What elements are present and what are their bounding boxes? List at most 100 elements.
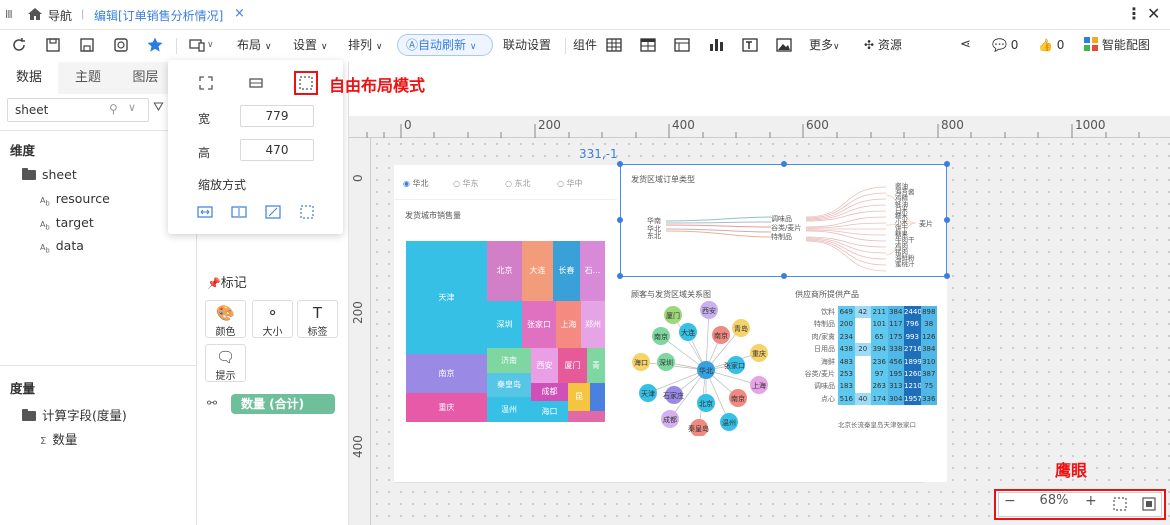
treemap-cell: 重庆 xyxy=(406,393,487,422)
relation-graph-widget[interactable]: 顾客与发货区域关系图 厦门 西安 青岛 南京 大连 南京 海口 深圳 华北 张家… xyxy=(621,280,782,436)
graph-node-label: 青岛 xyxy=(734,325,748,333)
field-resource[interactable]: Ab resource xyxy=(40,191,110,208)
no-scale-icon[interactable] xyxy=(298,203,316,221)
image-icon[interactable] xyxy=(775,36,793,54)
treemap-widget[interactable]: 发货城市销售量 天津 北京 大连 长春 石... 深圳 张家口 上海 郑州 南京… xyxy=(395,201,617,435)
tab-layers[interactable]: 图层 xyxy=(118,62,173,94)
color-mark-button[interactable]: 🎨 颜色 xyxy=(205,300,246,338)
freestyle-table-icon[interactable] xyxy=(673,36,691,54)
settings-menu-label: 设置 xyxy=(293,38,318,52)
tab-separator: | xyxy=(81,9,85,20)
sankey-node-label: 麦片 xyxy=(919,220,933,228)
fit-height-icon[interactable] xyxy=(230,203,248,221)
zoom-in-button[interactable]: + xyxy=(1085,493,1097,509)
resize-handle[interactable] xyxy=(617,217,623,223)
auto-layout-icon[interactable] xyxy=(247,74,265,92)
tab-data[interactable]: 数据 xyxy=(0,62,58,94)
save-icon[interactable] xyxy=(44,36,62,54)
favorite-star-icon[interactable] xyxy=(146,36,164,54)
chevron-down-icon[interactable]: ∨ xyxy=(128,101,136,114)
sheet-folder[interactable]: sheet xyxy=(22,167,77,182)
home-icon[interactable] xyxy=(27,6,43,22)
share-icon[interactable]: ⋖ xyxy=(960,36,971,54)
calc-field-folder[interactable]: 计算字段(度量) xyxy=(22,405,127,424)
linkage-settings-button[interactable]: 联动设置 xyxy=(503,36,551,54)
more-components-menu[interactable]: 更多∨ xyxy=(809,36,840,56)
resize-handle[interactable] xyxy=(944,273,950,279)
treemap-cell: 秦皇岛 xyxy=(487,373,531,397)
supplier-heat-table-widget[interactable]: 供应商所提供产品 饮料 特制品 肉/家禽 日用品 海鲜 谷类/麦片 调味品 点心… xyxy=(785,280,947,436)
field-target[interactable]: Ab target xyxy=(40,215,94,232)
measure-icon: ⚯ xyxy=(207,396,218,410)
radio-option-central[interactable]: ○ 华中 xyxy=(557,178,583,189)
heat-cell: 336 xyxy=(920,392,937,406)
graph-node-label: 重庆 xyxy=(752,350,766,358)
close-window-icon[interactable]: ✕ xyxy=(1147,4,1160,23)
tab-close-icon[interactable]: × xyxy=(234,6,245,21)
resize-handle[interactable] xyxy=(617,273,623,279)
radio-option-north[interactable]: ◉ 华北 xyxy=(403,178,429,189)
treemap-cell: 郑州 xyxy=(581,301,605,348)
tooltip-mark-button[interactable]: 🗨 提示 xyxy=(205,344,246,382)
heat-cell: 310 xyxy=(920,355,937,368)
fit-screen-icon[interactable] xyxy=(1113,497,1127,511)
save-as-icon[interactable] xyxy=(78,36,96,54)
ruler-ticks xyxy=(366,124,1140,138)
resize-handle[interactable] xyxy=(781,161,787,167)
height-input[interactable]: 470 xyxy=(240,139,314,161)
bar-chart-icon[interactable] xyxy=(707,36,725,54)
radio-option-east[interactable]: ○ 华东 xyxy=(453,178,479,189)
resize-handle[interactable] xyxy=(617,161,623,167)
resize-handle[interactable] xyxy=(944,217,950,223)
tab-theme[interactable]: 主题 xyxy=(58,62,118,94)
radio-icon: ○ xyxy=(557,179,564,188)
field-data[interactable]: Ab data xyxy=(40,238,84,255)
toolbar-divider xyxy=(176,38,177,54)
device-icon[interactable] xyxy=(188,36,206,54)
preview-icon[interactable] xyxy=(112,36,130,54)
fit-width-icon[interactable] xyxy=(196,203,214,221)
crosstab-icon[interactable] xyxy=(639,36,657,54)
label-mark-button[interactable]: T 标签 xyxy=(297,300,338,338)
smart-chart-button[interactable]: 智能配图 xyxy=(1084,36,1150,54)
more-vertical-icon[interactable]: ⋮ xyxy=(1126,4,1142,23)
settings-menu[interactable]: 设置 ∨ xyxy=(293,36,327,56)
component-label: 组件 xyxy=(573,38,598,52)
layout-menu-label: 布局 xyxy=(237,38,262,52)
heat-cell: 438 xyxy=(838,343,855,356)
radio-option-northeast[interactable]: ○ 东北 xyxy=(505,178,531,189)
zoom-out-button[interactable]: − xyxy=(1004,493,1016,509)
search-icon[interactable]: ⚲ xyxy=(109,102,118,116)
measure-field-icon: Σ xyxy=(40,436,47,447)
heat-cell: 97 xyxy=(871,368,888,381)
heat-column-labels: 北京长流秦皇岛天津张家口 xyxy=(838,421,916,429)
nav-link[interactable]: 导航 xyxy=(48,7,72,24)
width-input[interactable]: 779 xyxy=(240,105,314,127)
refresh-icon[interactable] xyxy=(10,36,28,54)
quantity-sum-pill[interactable]: 数量 (合计) xyxy=(231,394,335,414)
stretch-icon[interactable] xyxy=(264,203,282,221)
size-mark-label: 大小 xyxy=(262,327,283,338)
comment-button[interactable]: 💬 0 xyxy=(992,36,1018,54)
device-dropdown-icon[interactable]: ∨ xyxy=(207,36,214,54)
arrange-menu[interactable]: 排列 ∨ xyxy=(348,36,382,56)
resize-handle[interactable] xyxy=(944,161,950,167)
vertical-ruler: 0 200 400 xyxy=(349,138,371,525)
text-box-icon[interactable] xyxy=(741,36,759,54)
filter-icon[interactable]: ⛛ xyxy=(153,100,164,115)
tab-edit-report[interactable]: 编辑[订单销售分析情况] xyxy=(94,7,223,24)
resize-handle[interactable] xyxy=(781,273,787,279)
like-button[interactable]: 👍 0 xyxy=(1038,36,1064,54)
sankey-widget[interactable]: 发货区域订单类型 华南 华北 东北 调味品 谷类/麦片 特制品 酱油 海苔酱 鸡… xyxy=(620,164,947,277)
graph-node-label: 上海 xyxy=(752,382,766,390)
field-quantity[interactable]: Σ 数量 xyxy=(40,429,77,448)
label-mark-label: 标签 xyxy=(307,327,328,338)
menu-icon[interactable]: III xyxy=(5,8,13,21)
layout-menu[interactable]: 布局 ∨ xyxy=(237,36,271,56)
table-icon[interactable] xyxy=(605,36,623,54)
resource-button[interactable]: ✣ 资源 xyxy=(864,36,902,54)
size-mark-button[interactable]: ⚬ 大小 xyxy=(252,300,293,338)
fit-page-icon[interactable] xyxy=(197,74,215,92)
eagle-eye-icon[interactable] xyxy=(1142,497,1156,511)
auto-refresh-button[interactable]: Ⓐ自动刷新 ∨ xyxy=(397,34,493,56)
